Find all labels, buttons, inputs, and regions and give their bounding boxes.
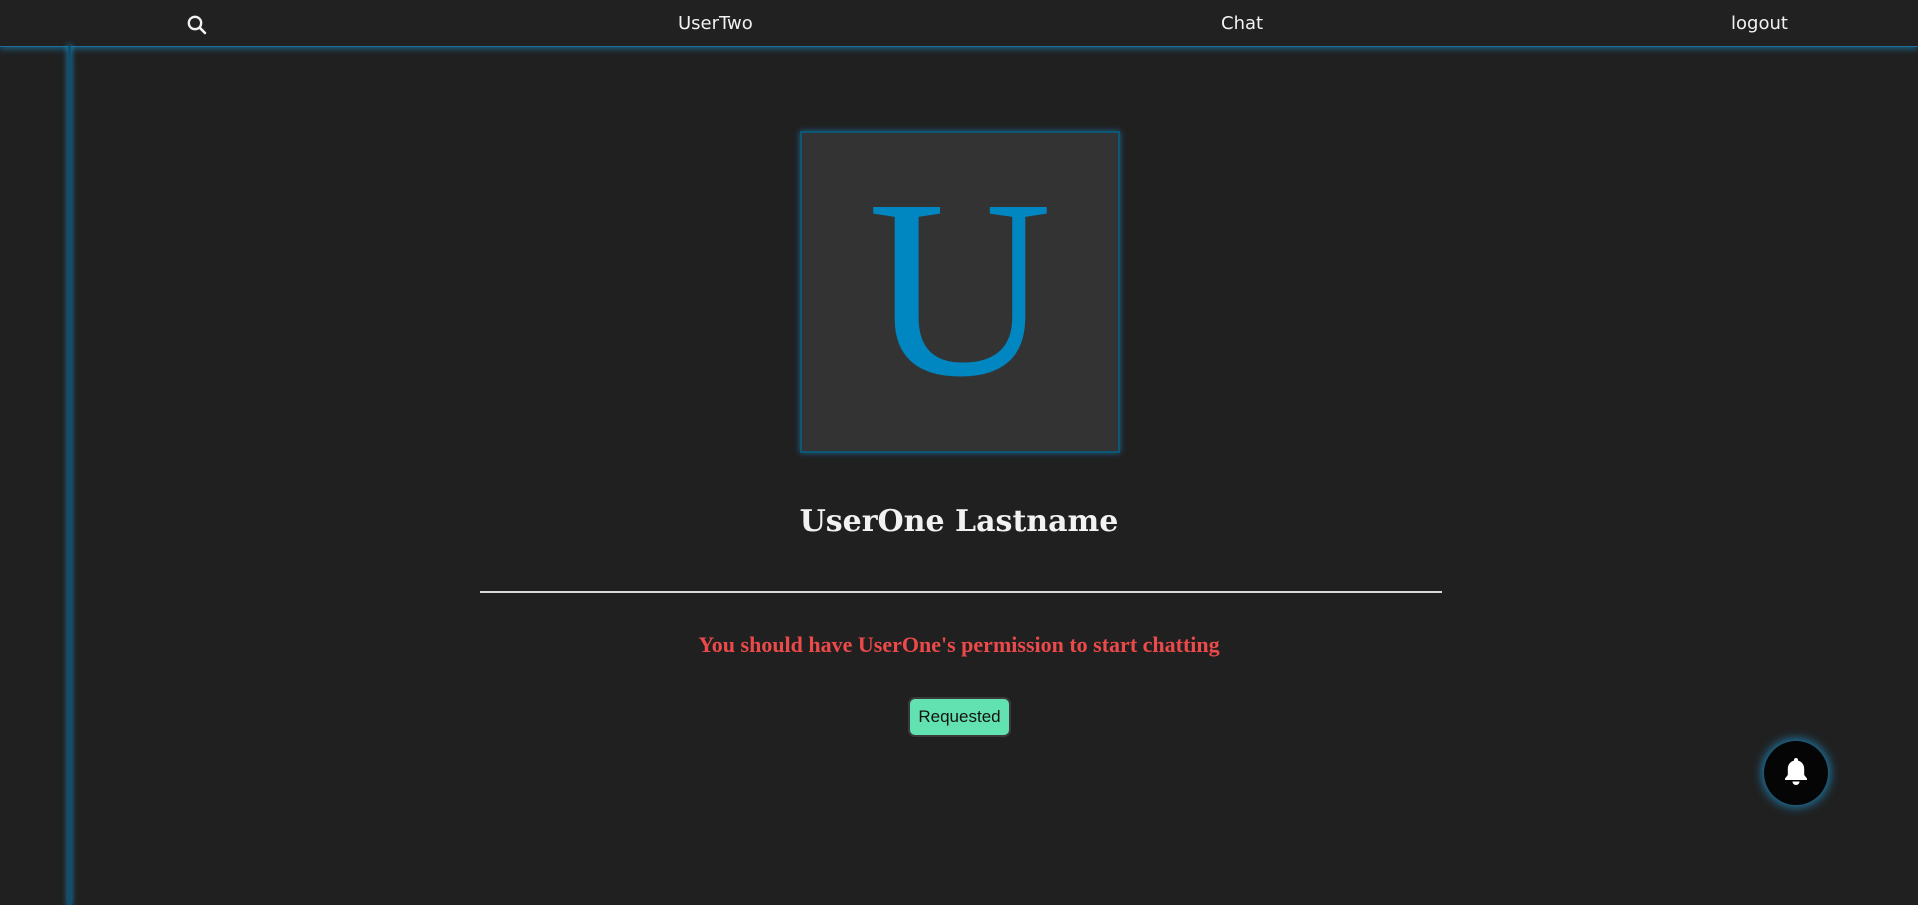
nav-logout-link[interactable]: logout: [1731, 12, 1788, 36]
profile-name: UserOne Lastname: [799, 504, 1119, 539]
bell-icon: [1782, 756, 1810, 790]
avatar: U: [800, 131, 1120, 453]
profile-page: UserTwo Chat logout U UserOne Lastname Y…: [0, 0, 1918, 905]
divider: [480, 591, 1442, 593]
notifications-button[interactable]: [1764, 741, 1828, 805]
permission-message: You should have UserOne's permission to …: [698, 632, 1220, 657]
search-icon[interactable]: [186, 14, 208, 36]
requested-button[interactable]: Requested: [908, 697, 1011, 737]
avatar-letter: U: [867, 147, 1053, 430]
top-navbar: UserTwo Chat logout: [0, 0, 1918, 47]
nav-user-link[interactable]: UserTwo: [678, 12, 753, 36]
nav-chat-link[interactable]: Chat: [1221, 12, 1263, 36]
left-accent-line: [68, 46, 71, 905]
